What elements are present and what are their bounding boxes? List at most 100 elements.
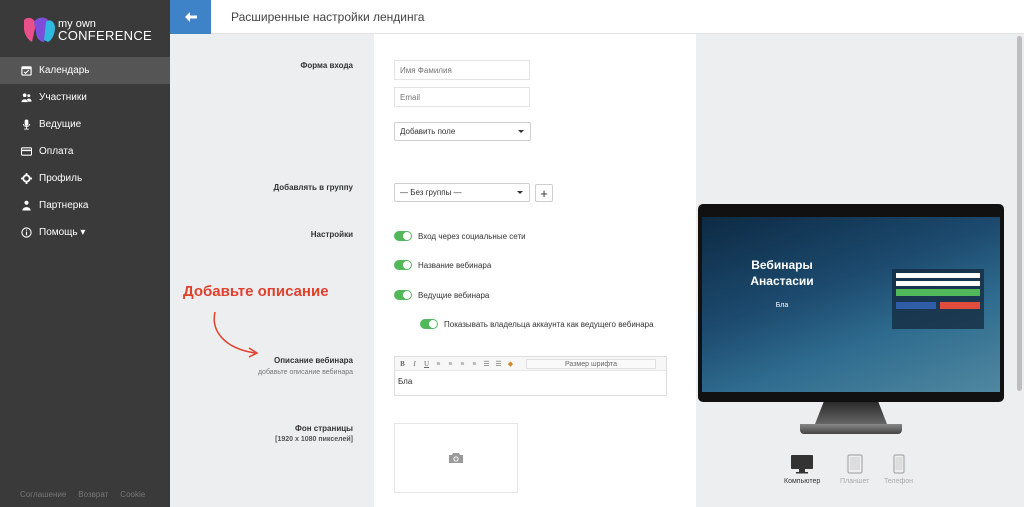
font-size-select[interactable]: Размер шрифта — [526, 358, 656, 369]
toggle-label: Вход через социальные сети — [418, 231, 526, 241]
name-input[interactable] — [394, 60, 530, 80]
scrollbar[interactable] — [1017, 36, 1022, 391]
preview-facebook-button — [896, 302, 936, 309]
sidebar-item-partner[interactable]: Партнерка — [0, 192, 170, 219]
add-to-group-label: Добавлять в группу — [273, 183, 353, 192]
sidebar-item-hosts[interactable]: Ведущие — [0, 111, 170, 138]
bullet-list-icon[interactable]: ☰ — [482, 359, 491, 368]
device-desktop[interactable]: Компьютер — [784, 454, 820, 485]
phone-icon — [892, 454, 905, 474]
add-field-select[interactable]: Добавить поле — [394, 122, 531, 141]
settings-label: Настройки — [310, 230, 353, 239]
toggle-switch[interactable] — [420, 319, 438, 329]
device-tablet[interactable]: Планшет — [840, 454, 869, 485]
sidebar-item-label: Оплата — [39, 146, 74, 157]
sidebar-item-profile[interactable]: Профиль — [0, 165, 170, 192]
page-title: Расширенные настройки лендинга — [231, 10, 425, 24]
toggle-label: Ведущие вебинара — [418, 290, 490, 300]
preview-social-row — [896, 302, 980, 309]
preview-screen: Вебинары Анастасии Бла — [702, 217, 1000, 392]
preview-submit-button — [896, 289, 980, 296]
sidebar-item-calendar[interactable]: Календарь — [0, 57, 170, 84]
device-switcher: Компьютер Планшет Телефон — [784, 454, 924, 490]
toggle-owner-as-host: Показывать владельца аккаунта как ведуще… — [420, 319, 654, 329]
sidebar-item-label: Участники — [39, 92, 87, 103]
footer-link-refund[interactable]: Возврат — [78, 490, 108, 499]
sidebar-footer: Соглашение Возврат Cookie — [20, 490, 145, 499]
logo-line2: CONFERENCE — [58, 28, 153, 43]
chevron-down-icon — [517, 191, 523, 194]
align-left-icon[interactable]: ≡ — [434, 359, 443, 368]
preview-monitor: Вебинары Анастасии Бла — [698, 204, 1004, 402]
numbered-list-icon[interactable]: ☰ — [494, 359, 503, 368]
color-picker-icon[interactable]: ◆ — [506, 359, 515, 368]
description-label: Описание вебинара — [273, 356, 353, 365]
group-select-value: — Без группы — — [400, 188, 462, 197]
tablet-icon — [847, 454, 863, 474]
header: Расширенные настройки лендинга — [170, 0, 1024, 34]
description-editor: B I U ≡ ≡ ≡ ≡ ☰ ☰ ◆ Размер шрифта Бла — [394, 356, 667, 396]
sidebar-item-label: Помощь ▾ — [39, 227, 86, 238]
toggle-webinar-hosts: Ведущие вебинара — [394, 290, 489, 300]
align-center-icon[interactable]: ≡ — [446, 359, 455, 368]
annotation-text: Добавьте описание — [183, 283, 329, 300]
add-field-select-value: Добавить поле — [400, 127, 456, 136]
sidebar-nav: Календарь Участники Ведущие Оплата Профи… — [0, 57, 170, 246]
monitor-base — [800, 424, 902, 434]
info-icon — [21, 227, 32, 238]
background-label: Фон страницы — [295, 424, 353, 433]
description-sublabel: добавьте описание вебинара — [257, 369, 353, 376]
sidebar-item-label: Партнерка — [39, 200, 89, 211]
underline-button[interactable]: U — [422, 359, 431, 368]
partner-icon — [21, 200, 32, 211]
align-right-icon[interactable]: ≡ — [458, 359, 467, 368]
logo-icon — [24, 17, 55, 42]
device-label: Телефон — [884, 478, 914, 485]
microphone-icon — [21, 119, 32, 130]
gear-icon — [21, 173, 32, 184]
monitor-stand — [815, 402, 887, 424]
bold-button[interactable]: B — [398, 359, 407, 368]
toggle-switch[interactable] — [394, 231, 412, 241]
add-group-button[interactable]: + — [535, 184, 553, 202]
toggle-label: Название вебинара — [418, 260, 492, 270]
italic-button[interactable]: I — [410, 359, 419, 368]
toggle-switch[interactable] — [394, 260, 412, 270]
logo[interactable]: my own CONFERENCE — [22, 16, 162, 46]
sidebar: my own CONFERENCE Календарь Участники Ве… — [0, 0, 170, 507]
sidebar-item-payment[interactable]: Оплата — [0, 138, 170, 165]
arrow-left-icon — [184, 12, 197, 22]
device-phone[interactable]: Телефон — [884, 454, 913, 485]
background-sublabel: [1920 x 1080 пикселей] — [275, 436, 353, 443]
sidebar-item-help[interactable]: Помощь ▾ — [0, 219, 170, 246]
description-editor-body[interactable]: Бла — [395, 371, 666, 392]
users-icon — [21, 92, 32, 103]
chevron-down-icon — [518, 130, 524, 133]
footer-link-agreement[interactable]: Соглашение — [20, 490, 66, 499]
footer-link-cookie[interactable]: Cookie — [120, 490, 145, 499]
preview-google-button — [940, 302, 980, 309]
preview-title: Вебинары Анастасии — [750, 258, 814, 288]
calendar-icon — [21, 65, 32, 76]
back-button[interactable] — [170, 0, 211, 34]
email-input[interactable] — [394, 87, 530, 107]
sidebar-item-label: Календарь — [39, 65, 90, 76]
toggle-webinar-name: Название вебинара — [394, 260, 491, 270]
toggle-social-login: Вход через социальные сети — [394, 231, 526, 241]
align-justify-icon[interactable]: ≡ — [470, 359, 479, 368]
preview-input — [896, 281, 980, 286]
background-upload[interactable] — [394, 423, 518, 493]
group-select[interactable]: — Без группы — — [394, 183, 530, 202]
credit-card-icon — [21, 146, 32, 157]
sidebar-item-label: Профиль — [39, 173, 83, 184]
logo-text: my own CONFERENCE — [58, 18, 152, 42]
editor-toolbar: B I U ≡ ≡ ≡ ≡ ☰ ☰ ◆ Размер шрифта — [395, 357, 666, 371]
login-form-label: Форма входа — [300, 61, 353, 70]
preview-subtitle: Бла — [775, 302, 789, 309]
camera-icon — [449, 453, 463, 463]
sidebar-item-label: Ведущие — [39, 119, 82, 130]
sidebar-item-participants[interactable]: Участники — [0, 84, 170, 111]
toggle-label: Показывать владельца аккаунта как ведуще… — [444, 319, 654, 329]
desktop-icon — [791, 455, 814, 474]
toggle-switch[interactable] — [394, 290, 412, 300]
